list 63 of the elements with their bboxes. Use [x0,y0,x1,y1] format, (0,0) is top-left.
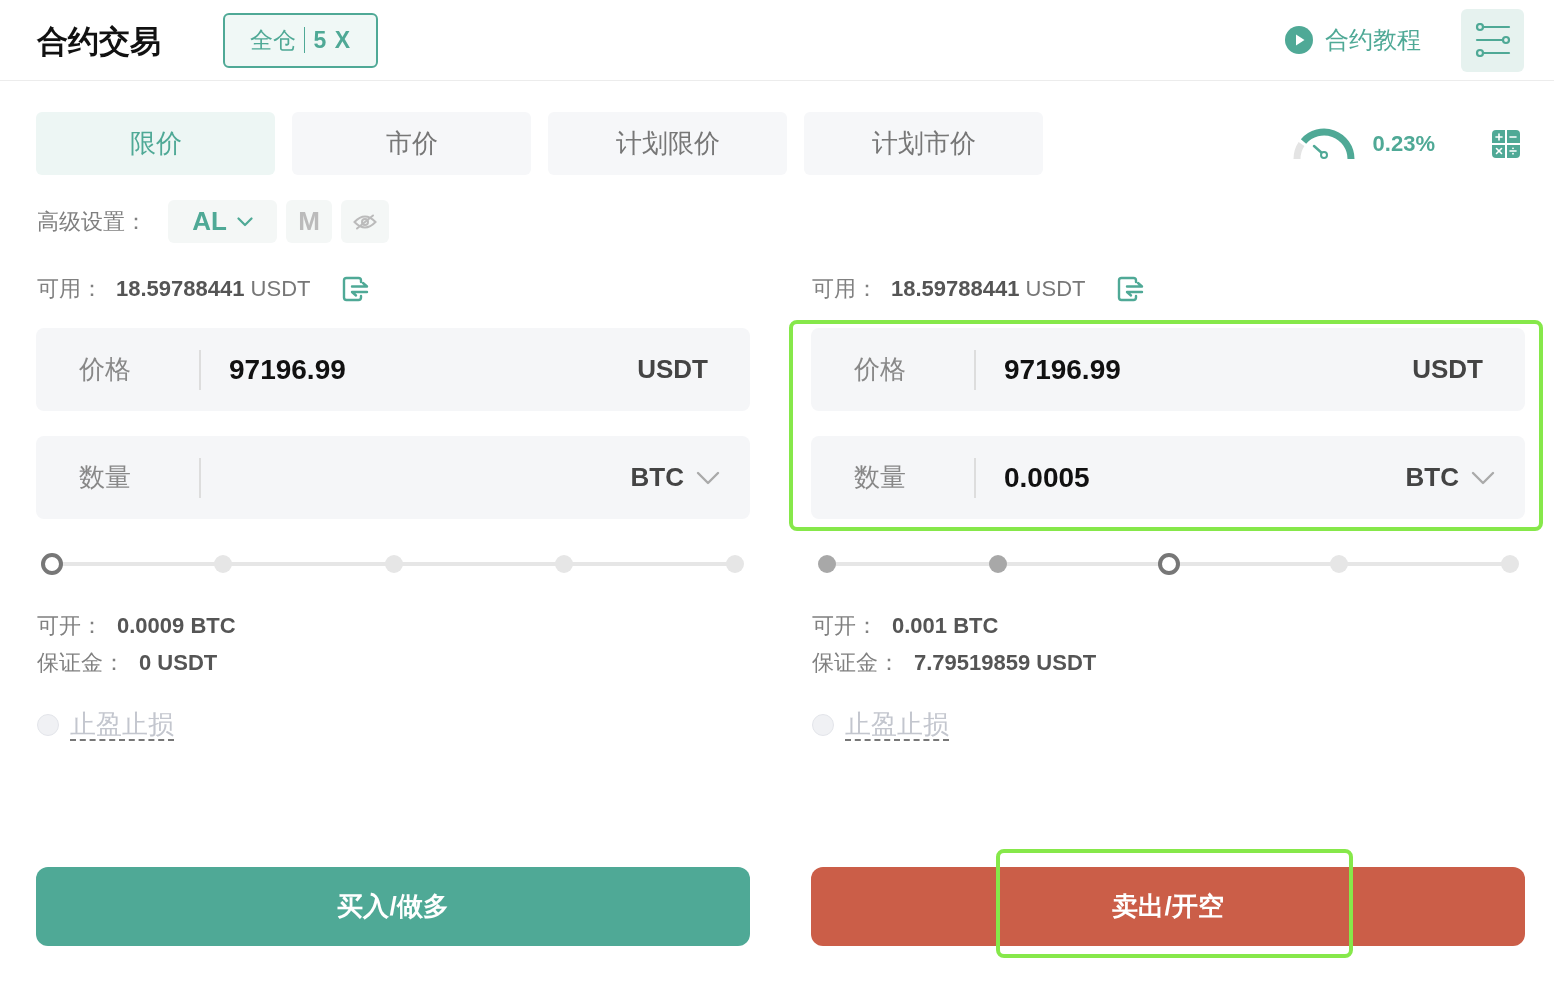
checkbox[interactable] [812,714,834,736]
checkbox[interactable] [37,714,59,736]
order-type-tab[interactable]: 计划市价 [804,112,1043,175]
buy-button[interactable]: 买入/做多 [36,867,750,946]
input-field[interactable]: 数量 0.0005 BTC [811,436,1525,519]
settings-button[interactable] [1461,8,1524,72]
tutorial-link[interactable]: 合约教程 [1285,24,1421,56]
step-dot-icon [555,555,574,573]
transfer-icon[interactable] [1117,276,1145,302]
order-type-tab[interactable]: 计划限价 [548,112,787,175]
info-label: 保证金： [812,648,900,677]
unit-dropdown[interactable]: BTC [630,462,720,493]
input-field[interactable]: 价格 97196.99 USDT [36,328,750,411]
mode-dropdown[interactable]: AL [168,200,277,243]
order-type-tab[interactable]: 市价 [292,112,531,175]
chevron-down-icon [236,216,253,227]
field-label: 价格 [854,353,907,386]
step-dot-icon [213,555,232,573]
sell-button[interactable]: 卖出/开空 [811,867,1525,946]
available-balance: 18.59788441 USDT [891,276,1086,302]
info-value: 0.0009 BTC [117,612,236,639]
field-label: 价格 [79,353,132,386]
input-field[interactable]: 数量 BTC [36,436,750,519]
input-field[interactable]: 价格 97196.99 USDT [811,328,1525,411]
slider-thumb[interactable] [1157,553,1180,575]
step-dot-icon [988,555,1007,573]
field-label: 数量 [79,461,132,494]
field-label: 数量 [854,461,907,494]
advanced-settings-label: 高级设置： [37,207,148,236]
info-value: 7.79519859 USDT [914,649,1097,676]
info-label: 保证金： [37,648,125,677]
info-value: 0.001 BTC [892,612,999,639]
fee-rate: 0.23% [1372,130,1435,157]
chevron-down-icon [1471,470,1495,485]
info-label: 可开： [37,611,103,640]
margin-mode-button[interactable]: 全仓 5 X [223,12,378,68]
play-icon [1285,26,1313,54]
chevron-down-icon [696,470,720,485]
sliders-icon [1474,23,1511,57]
available-balance: 18.59788441 USDT [116,276,311,302]
hide-button[interactable] [341,200,389,243]
info-value: 0 USDT [139,649,218,676]
step-dot-icon [384,555,403,573]
calculator-icon[interactable] [1492,129,1520,158]
unit-dropdown[interactable]: BTC [1405,462,1495,493]
available-label: 可用： [812,275,878,303]
slider-thumb[interactable] [41,553,63,575]
order-type-tab[interactable]: 限价 [36,112,275,175]
info-label: 可开： [812,611,878,640]
page-title: 合约交易 [37,22,161,61]
step-dot-icon [818,555,836,573]
gauge-icon [1291,126,1356,161]
unit-label: USDT [637,354,708,385]
field-value: 0.0005 [1004,461,1090,494]
step-dot-icon [1330,555,1349,573]
field-value: 97196.99 [229,353,346,386]
step-dot-icon [726,555,744,573]
available-label: 可用： [37,275,103,303]
unit-label: USDT [1412,354,1483,385]
field-value: 97196.99 [1004,353,1121,386]
transfer-icon[interactable] [342,276,370,302]
step-dot-icon [1501,555,1519,573]
eye-slash-icon [353,213,377,230]
